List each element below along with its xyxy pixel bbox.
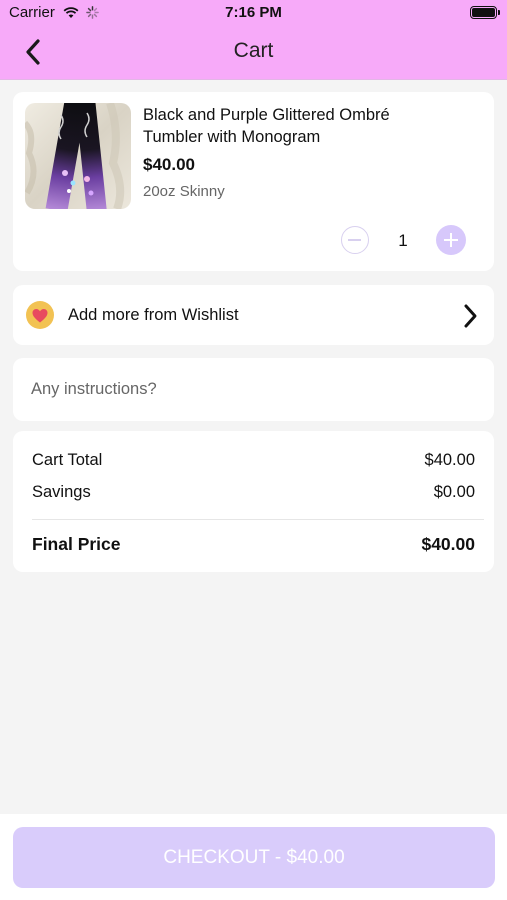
product-price: $40.00 (143, 155, 195, 174)
add-from-wishlist-row[interactable]: Add more from Wishlist (13, 285, 494, 345)
instructions-card (13, 358, 494, 421)
cart-total-label: Cart Total (32, 451, 103, 469)
status-time: 7:16 PM (225, 4, 282, 21)
decrease-quantity-button[interactable] (341, 226, 369, 254)
savings-label: Savings (32, 483, 91, 501)
final-price-label: Final Price (32, 534, 121, 554)
summary-divider (32, 519, 484, 520)
wishlist-label: Add more from Wishlist (68, 306, 239, 324)
product-variant: 20oz Skinny (143, 183, 225, 200)
chevron-right-icon (464, 304, 477, 328)
checkout-footer: CHECKOUT - $40.00 (0, 814, 507, 900)
heart-icon (32, 309, 48, 323)
cart-item-card: Black and Purple Glittered Ombré Tumbler… (13, 92, 494, 271)
quantity-value: 1 (398, 231, 408, 250)
cart-total-value: $40.00 (424, 451, 475, 469)
price-summary-card: Cart Total $40.00 Savings $0.00 Final Pr… (13, 431, 494, 572)
product-name[interactable]: Black and Purple Glittered Ombré Tumbler… (143, 104, 453, 148)
heart-badge (26, 301, 54, 329)
checkout-button[interactable]: CHECKOUT - $40.00 (13, 827, 495, 888)
battery-icon (470, 6, 500, 19)
status-bar: Carrier 7:16 PM (0, 0, 507, 28)
product-image (25, 103, 131, 209)
final-price-value: $40.00 (421, 534, 475, 554)
increase-quantity-button[interactable] (436, 225, 466, 255)
instructions-input[interactable] (23, 370, 483, 408)
savings-value: $0.00 (433, 483, 475, 501)
page-title: Cart (233, 39, 274, 62)
product-thumbnail[interactable] (25, 103, 131, 209)
top-header: Carrier 7:16 PM Cart (0, 0, 507, 80)
